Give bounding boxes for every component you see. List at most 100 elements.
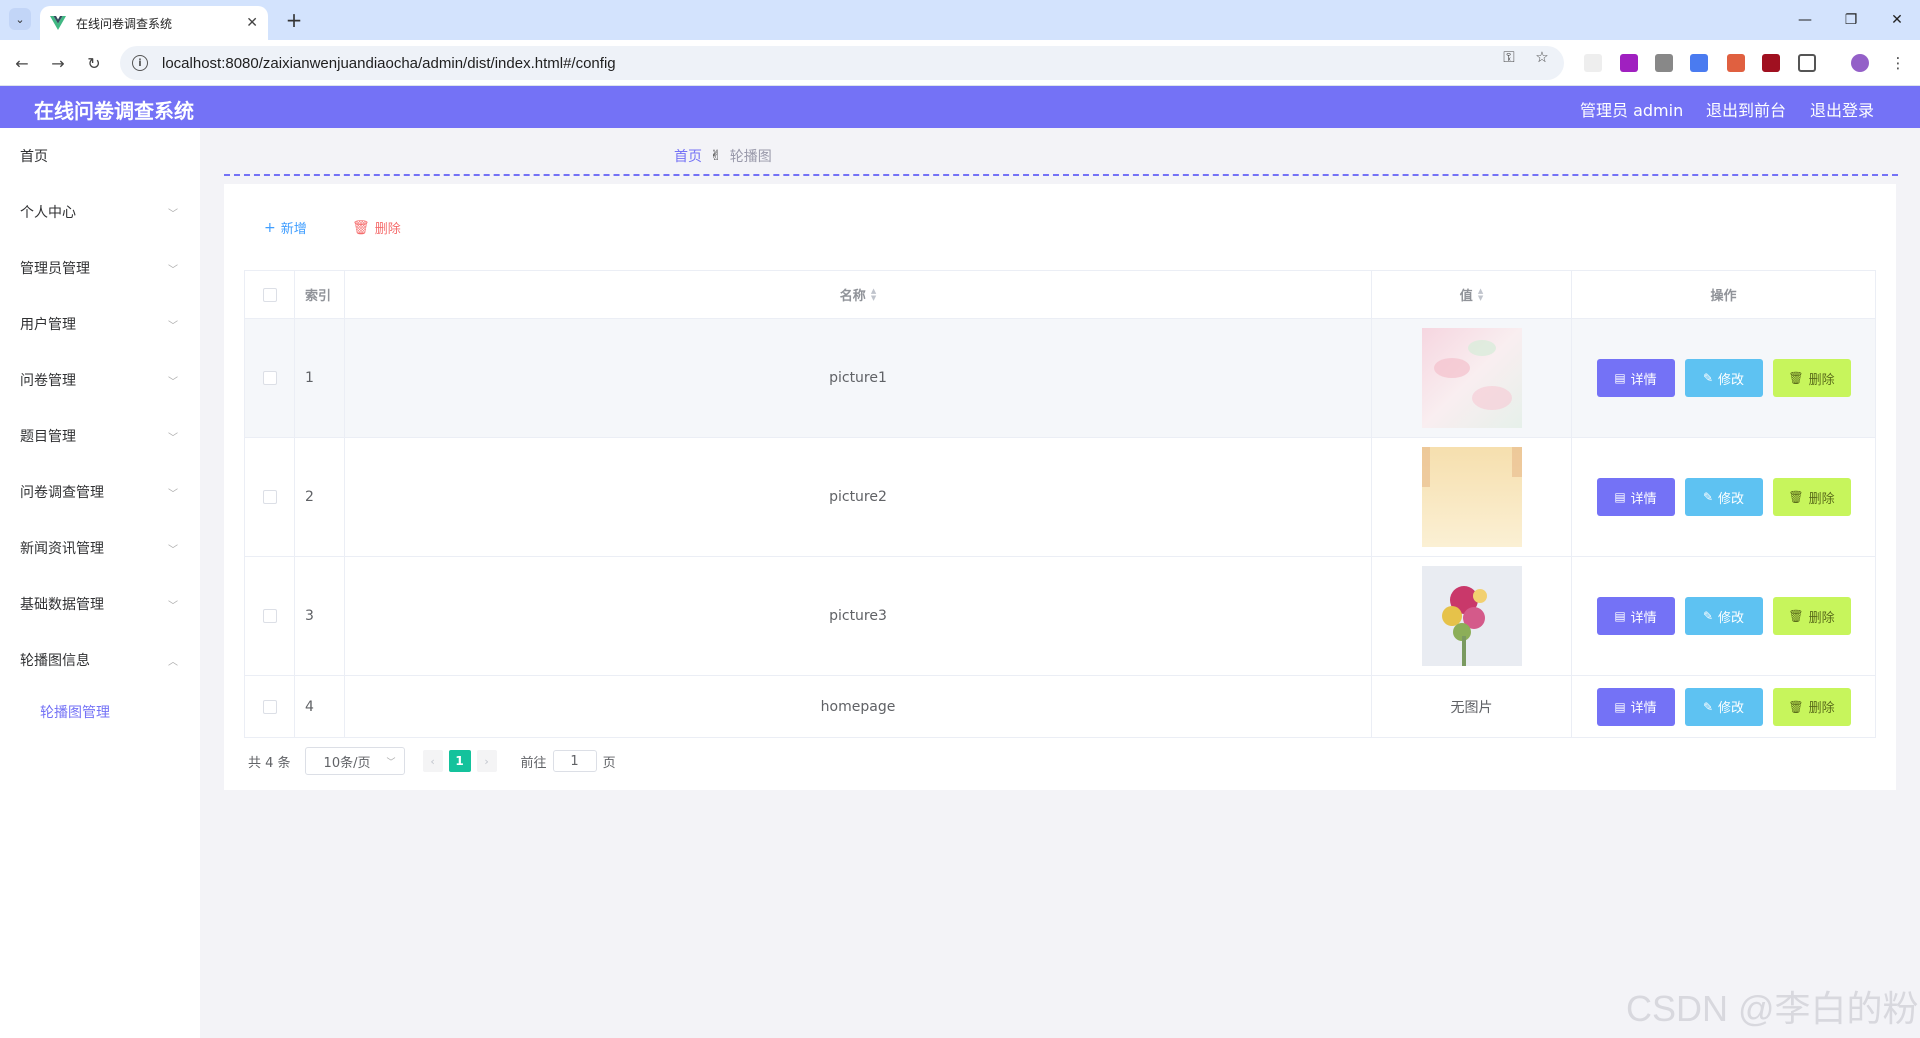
row-checkbox[interactable] [262, 490, 277, 504]
forward-icon[interactable]: → [45, 50, 71, 76]
extension-icon[interactable] [1690, 54, 1708, 72]
sidebar-item-label: 管理员管理 [20, 261, 90, 277]
reload-icon[interactable]: ↻ [81, 50, 107, 76]
logout-link[interactable]: 退出登录 [1810, 97, 1874, 121]
next-page-button[interactable]: › [476, 750, 497, 772]
extension-icon[interactable] [1620, 54, 1638, 72]
header-value-label: 值 [1459, 289, 1473, 304]
delete-button[interactable]: 🗑 删除 [1772, 597, 1851, 635]
sidebar-item-label: 问卷调查管理 [20, 485, 104, 501]
vue-icon [50, 16, 66, 30]
password-key-icon[interactable]: ⚿ [1500, 48, 1518, 66]
sidebar-item-home[interactable]: 首页 [0, 128, 200, 184]
breadcrumb-home[interactable]: 首页 [674, 146, 702, 166]
document-icon: ▤ [1614, 609, 1626, 623]
sidebar-item-question-management[interactable]: 题目管理 ﹀ [0, 408, 200, 464]
table-row[interactable]: 1 picture1 ▤ 详情 ✎ 修改 🗑 删除 [245, 319, 1875, 438]
site-info-icon[interactable]: i [132, 55, 148, 71]
browser-tab[interactable]: 在线问卷调查系统 ✕ [40, 6, 268, 40]
detail-button[interactable]: ▤ 详情 [1596, 597, 1675, 635]
row-name: picture2 [345, 438, 1372, 556]
url-field[interactable]: i localhost:8080/zaixianwenjuandiaocha/a… [120, 46, 1564, 80]
extensions-puzzle-icon[interactable] [1798, 54, 1816, 72]
trash-icon: 🗑 [1788, 699, 1804, 714]
detail-button[interactable]: ▤ 详情 [1596, 687, 1675, 726]
detail-button[interactable]: ▤ 详情 [1596, 359, 1675, 397]
sort-icon[interactable]: ▲ ▼ [871, 287, 876, 302]
page-size-select[interactable]: 10条/页 ﹀ [304, 747, 405, 775]
detail-label: 详情 [1630, 701, 1657, 716]
app-header: 在线问卷调查系统 管理员 admin 退出到前台 退出登录 [0, 86, 1920, 128]
edit-button[interactable]: ✎ 修改 [1684, 597, 1763, 635]
sidebar-item-label: 题目管理 [20, 429, 76, 445]
select-all-checkbox[interactable] [262, 287, 277, 302]
bookmark-star-icon[interactable]: ☆ [1533, 48, 1551, 66]
sidebar-item-basic-data-management[interactable]: 基础数据管理 ﹀ [0, 576, 200, 632]
add-button[interactable]: + 新增 [264, 218, 307, 238]
edit-button[interactable]: ✎ 修改 [1684, 478, 1763, 516]
table-row[interactable]: 3 picture3 ▤ 详情 ✎ 修改 🗑 删除 [245, 557, 1875, 676]
table-row[interactable]: 2 picture2 ▤ 详情 ✎ 修改 🗑 删除 [245, 438, 1875, 557]
chevron-down-icon: ﹀ [386, 757, 396, 768]
address-bar: ← → ↻ i localhost:8080/zaixianwenjuandia… [0, 40, 1920, 86]
delete-button[interactable]: 🗑 删除 [1772, 687, 1851, 726]
tab-search-icon[interactable]: ⌄ [9, 8, 31, 30]
restore-icon[interactable]: ❐ [1828, 0, 1874, 40]
detail-label: 详情 [1630, 610, 1657, 626]
extension-icon[interactable] [1655, 54, 1673, 72]
edit-button[interactable]: ✎ 修改 [1684, 359, 1763, 397]
sidebar-item-survey-management[interactable]: 问卷调查管理 ﹀ [0, 464, 200, 520]
minimize-icon[interactable]: — [1782, 0, 1828, 40]
edit-button[interactable]: ✎ 修改 [1684, 687, 1763, 726]
row-image-thumbnail[interactable] [1421, 328, 1522, 428]
sidebar-item-questionnaire-management[interactable]: 问卷管理 ﹀ [0, 352, 200, 408]
trash-icon: 🗑 [1788, 490, 1804, 504]
delete-button[interactable]: 🗑 删除 [1772, 478, 1851, 516]
batch-delete-button[interactable]: 🗑 删除 [352, 218, 401, 238]
sidebar-item-label: 个人中心 [20, 205, 76, 221]
delete-label: 删除 [1808, 610, 1835, 626]
row-checkbox[interactable] [262, 609, 277, 623]
goto-page-input[interactable]: 1 [552, 750, 597, 772]
new-tab-button[interactable]: + [282, 8, 306, 32]
app-title: 在线问卷调查系统 [34, 99, 194, 123]
back-icon[interactable]: ← [9, 50, 35, 76]
divider [224, 174, 1898, 176]
browser-menu-icon[interactable]: ⋮ [1889, 54, 1907, 72]
sidebar-item-admin-management[interactable]: 管理员管理 ﹀ [0, 240, 200, 296]
sidebar-item-news-management[interactable]: 新闻资讯管理 ﹀ [0, 520, 200, 576]
hand-icon: ✌ [710, 148, 722, 164]
delete-label: 删除 [1808, 701, 1835, 716]
sort-icon[interactable]: ▲ ▼ [1478, 287, 1483, 302]
sidebar-subitem-carousel-management[interactable]: 轮播图管理 [0, 687, 200, 737]
detail-button[interactable]: ▤ 详情 [1596, 478, 1675, 516]
window-close-icon[interactable]: ✕ [1874, 0, 1920, 40]
row-name: picture1 [345, 319, 1372, 437]
edit-label: 修改 [1718, 372, 1745, 388]
row-image-thumbnail[interactable] [1421, 447, 1522, 547]
extension-icon[interactable] [1762, 54, 1780, 72]
header-value[interactable]: 值 ▲ ▼ [1372, 271, 1572, 318]
row-name: picture3 [345, 557, 1372, 675]
exit-to-front-link[interactable]: 退出到前台 [1706, 97, 1786, 121]
pencil-icon: ✎ [1702, 371, 1714, 385]
page-number-current[interactable]: 1 [448, 750, 471, 772]
table-row[interactable]: 4 homepage 无图片 ▤ 详情 ✎ 修改 🗑 删除 [245, 676, 1875, 737]
delete-button[interactable]: 🗑 删除 [1772, 359, 1851, 397]
sidebar-item-user-management[interactable]: 用户管理 ﹀ [0, 296, 200, 352]
prev-page-button[interactable]: ‹ [422, 750, 443, 772]
sidebar-item-personal-center[interactable]: 个人中心 ﹀ [0, 184, 200, 240]
sidebar: 首页 个人中心 ﹀ 管理员管理 ﹀ 用户管理 ﹀ 问卷管理 ﹀ 题目管理 ﹀ 问卷调查管理… [0, 128, 200, 1038]
page-unit-label: 页 [602, 755, 616, 771]
row-checkbox[interactable] [262, 699, 277, 714]
tab-close-icon[interactable]: ✕ [246, 15, 258, 31]
row-checkbox[interactable] [262, 371, 277, 385]
extension-icon[interactable] [1727, 54, 1745, 72]
extension-icon[interactable] [1584, 54, 1602, 72]
row-image-thumbnail[interactable] [1421, 566, 1522, 666]
sidebar-item-carousel-info[interactable]: 轮播图信息 ︿ [0, 632, 200, 688]
profile-avatar-icon[interactable] [1851, 54, 1869, 72]
row-index: 1 [295, 319, 345, 437]
document-icon: ▤ [1614, 699, 1626, 714]
header-name[interactable]: 名称 ▲ ▼ [345, 271, 1372, 318]
